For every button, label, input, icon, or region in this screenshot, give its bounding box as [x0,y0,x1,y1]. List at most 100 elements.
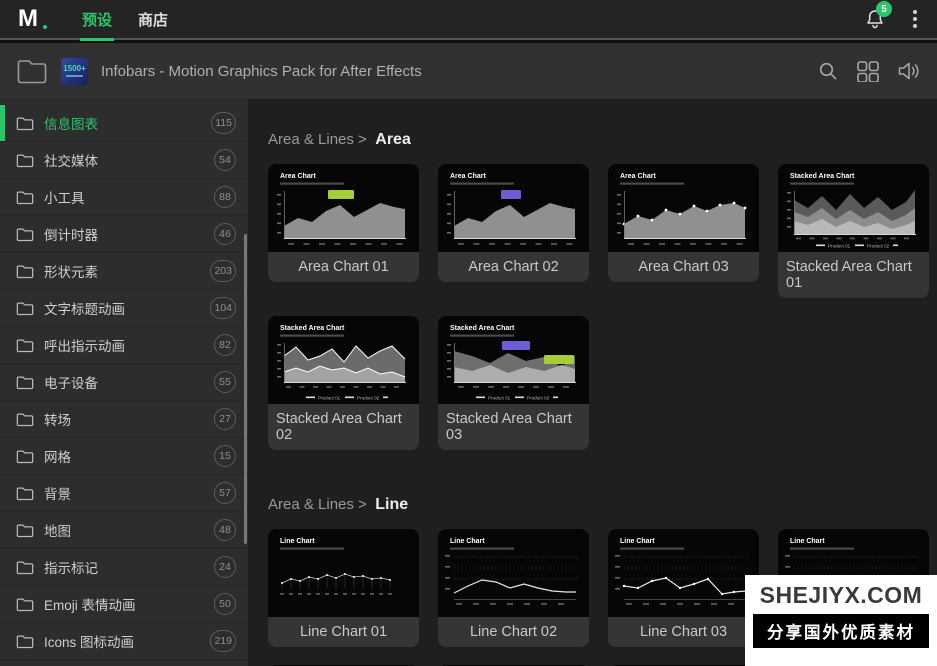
folder-icon [16,338,34,353]
preset-card[interactable]: Area Chart Area Chart 03 [608,164,759,282]
folder-icon [16,597,34,612]
thumb-title: Line Chart [620,538,655,545]
thumb-title: Stacked Area Chart [280,325,345,332]
sidebar-item-label: 形状元素 [44,261,200,281]
preset-card[interactable]: Stacked Area Chart Product 01 Product 02… [268,316,419,450]
thumb-subtitle-line [280,548,344,550]
notifications-button[interactable]: 5 [863,7,887,31]
sidebar-item-label: 地图 [44,520,204,540]
preset-thumbnail: Area Chart [268,164,419,252]
thumb-legend-label: Product 02 [527,395,550,400]
folder-icon [16,486,34,501]
preset-card[interactable]: Line Chart Line Chart 03 [608,529,759,647]
thumb-subtitle-line [620,183,684,185]
preset-card[interactable]: Line Chart Line Chart 02 [438,529,589,647]
more-menu-button[interactable] [907,6,923,32]
top-bar: M 预设 商店 5 [0,0,937,40]
sidebar-item-label: 背景 [44,483,204,503]
sound-icon[interactable] [897,60,921,82]
logo-green-dot [41,23,49,31]
item-count-badge: 82 [214,334,236,356]
sidebar-item-label: 文字标题动画 [44,298,200,318]
sidebar-item[interactable]: 形状元素 203 [0,253,248,290]
sidebar-item-label: Icons 图标动画 [44,631,200,651]
sidebar-item[interactable]: 社交媒体 54 [0,142,248,179]
sidebar-item[interactable]: 网格 15 [0,438,248,475]
sidebar-item-label: 小工具 [44,187,204,207]
thumb-title: Area Chart [280,173,316,180]
tab-presets[interactable]: 预设 [82,0,112,39]
thumb-legend-label: Product 02 [867,243,890,248]
item-count-badge: 50 [214,593,236,615]
tab-store[interactable]: 商店 [138,0,168,39]
item-count-badge: 57 [214,482,236,504]
preset-thumbnail: Line Chart [608,529,759,617]
preset-card[interactable]: Stacked Area Chart Product 01 Product 02… [438,316,589,450]
preset-grid: Area Chart Area Chart 01Area Chart Area … [268,164,937,450]
thumb-subtitle-line [620,548,684,550]
sidebar-item[interactable]: Emoji 表情动画 50 [0,586,248,623]
line-dots-thumbnail: Line Chart [268,529,419,617]
sidebar-item[interactable]: 信息图表 115 [0,105,248,142]
sidebar-item[interactable]: 地图 48 [0,512,248,549]
item-count-badge: 104 [210,297,236,319]
item-count-badge: 15 [214,445,236,467]
preset-thumbnail: Stacked Area Chart Product 01 Product 02 [438,316,589,404]
preset-caption: Line Chart 02 [438,617,589,647]
sidebar-scrollbar[interactable] [244,234,247,544]
item-count-badge: 115 [211,112,236,134]
thumb-subtitle-line [450,335,514,337]
sidebar-item[interactable]: 指示标记 24 [0,549,248,586]
item-count-badge: 219 [210,630,236,652]
area-dots-thumbnail: Area Chart [608,164,759,252]
section-header: Area & Lines > Area [268,131,937,149]
item-count-badge: 88 [214,186,236,208]
sidebar-item-label: Emoji 表情动画 [44,594,204,614]
item-count-badge: 54 [214,149,236,171]
preset-caption: Line Chart 03 [608,617,759,647]
section-title: Area [375,131,411,148]
sidebar-item[interactable]: 文字标题动画 104 [0,290,248,327]
watermark-url: SHEJIYX.COM [760,582,923,609]
thumb-legend-label: Product 01 [828,243,851,248]
preset-card[interactable]: Area Chart Area Chart 01 [268,164,419,282]
thumb-title: Line Chart [280,538,315,545]
thumb-subtitle-line [790,183,854,185]
folder-icon [16,523,34,538]
area-label-purple-thumbnail: Area Chart [438,164,589,252]
preset-card[interactable]: Line Chart Line Chart 01 [268,529,419,647]
preset-thumbnail: Stacked Area Chart Product 01 Product 02 [268,316,419,404]
item-count-badge: 24 [214,556,236,578]
section-title: Line [375,496,408,513]
sidebar-item[interactable]: 倒计时器 46 [0,216,248,253]
folder-icon [16,412,34,427]
grid-view-icon[interactable] [856,60,880,82]
section-breadcrumb: Area & Lines > [268,131,367,148]
sidebar-item[interactable]: 背景 57 [0,475,248,512]
thumb-subtitle-line [450,183,514,185]
sidebar-item-label: 指示标记 [44,557,204,577]
line-zigzag-thumbnail: Line Chart [608,529,759,617]
folder-large-icon [16,58,48,84]
active-indicator [0,105,5,141]
sidebar-item[interactable]: 小工具 88 [0,179,248,216]
preset-card[interactable]: Area Chart Area Chart 02 [438,164,589,282]
thumb-title: Line Chart [790,538,825,545]
stacked-1-thumbnail: Stacked Area Chart Product 01 Product 02 [778,164,929,252]
sidebar-item-label: 呼出指示动画 [44,335,204,355]
sidebar-item[interactable]: 电子设备 55 [0,364,248,401]
item-count-badge: 46 [214,223,236,245]
section-breadcrumb: Area & Lines > [268,496,367,513]
area-label-green-thumbnail: Area Chart [268,164,419,252]
thumb-legend-label: Product 01 [318,395,341,400]
pack-header: 1500+ Infobars - Motion Graphics Pack fo… [0,43,937,99]
sidebar-item-label: 社交媒体 [44,150,204,170]
search-icon[interactable] [817,60,839,82]
preset-thumbnail: Area Chart [438,164,589,252]
sidebar-item[interactable]: 转场 27 [0,401,248,438]
preset-card[interactable]: Stacked Area Chart Product 01 Product 02… [778,164,929,298]
sidebar-item[interactable]: Icons 图标动画 219 [0,623,248,660]
sidebar-item[interactable]: 呼出指示动画 82 [0,327,248,364]
app-logo[interactable]: M [18,4,52,34]
thumb-title: Stacked Area Chart [450,325,515,332]
